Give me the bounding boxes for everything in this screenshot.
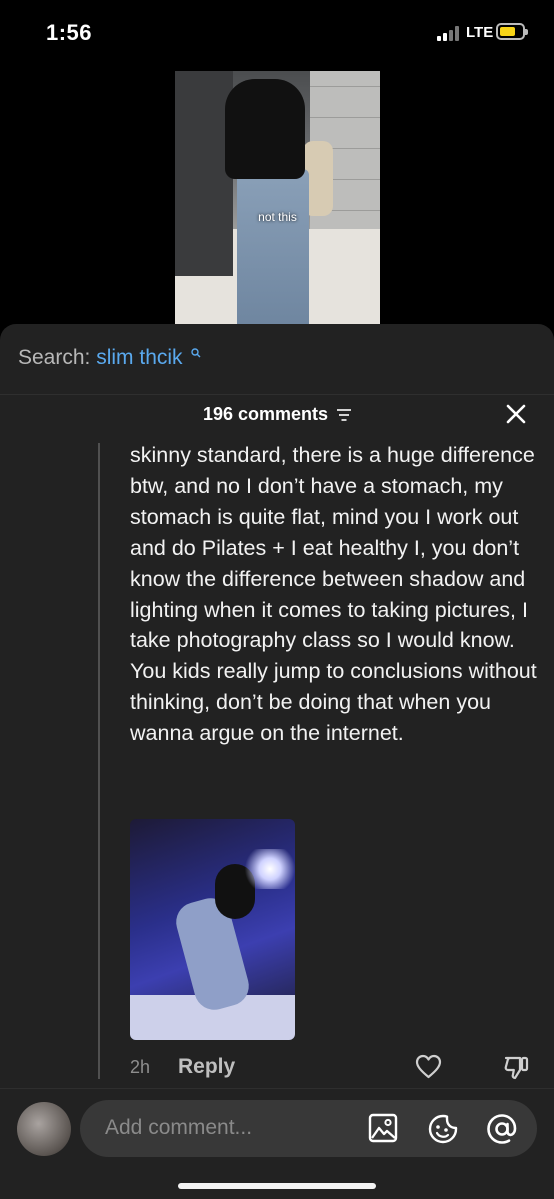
at-mention-icon[interactable] [485, 1112, 519, 1146]
comment-meta: 2h Reply [130, 1054, 530, 1080]
status-time: 1:56 [46, 20, 93, 45]
signal-icon [437, 26, 461, 41]
heart-icon[interactable] [415, 1054, 442, 1080]
battery-icon [496, 23, 528, 40]
emoji-icon[interactable] [427, 1113, 459, 1145]
search-suggestion[interactable]: Search: slim thcik [18, 346, 201, 370]
search-icon [191, 348, 201, 358]
comment-time: 2h [130, 1057, 151, 1077]
composer-divider [0, 1088, 554, 1089]
search-query-link[interactable]: slim thcik [96, 346, 182, 369]
reply-button[interactable]: Reply [178, 1055, 235, 1079]
comment-text: skinny standard, there is a huge differe… [130, 443, 537, 746]
home-indicator [178, 1183, 376, 1189]
network-label: LTE [466, 24, 494, 41]
comment-input[interactable]: Add comment... [80, 1100, 537, 1157]
comments-header: 196 comments [0, 394, 554, 437]
comment-placeholder: Add comment... [105, 1116, 253, 1139]
search-prefix: Search: [18, 346, 91, 369]
comments-panel: Search: slim thcik 196 comments skinny s… [0, 324, 554, 1199]
video-thumbnail[interactable]: not this [175, 71, 380, 324]
status-bar: 1:56 LTE [0, 0, 554, 66]
image-icon[interactable] [368, 1113, 398, 1143]
reply-thread-line [98, 443, 100, 1079]
video-caption: not this [258, 210, 297, 224]
comment-image[interactable] [130, 819, 295, 1040]
close-icon[interactable] [505, 403, 527, 425]
avatar[interactable] [17, 1102, 71, 1156]
comments-count: 196 comments [202, 404, 329, 424]
dislike-icon[interactable] [503, 1054, 530, 1080]
filter-icon[interactable] [337, 409, 352, 421]
